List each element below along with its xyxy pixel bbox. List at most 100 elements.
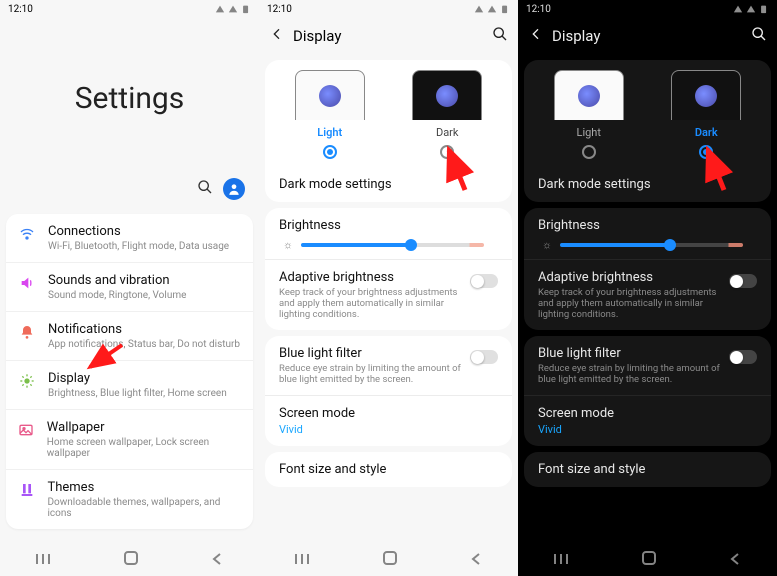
brightness-slider[interactable]: ☼ xyxy=(560,243,743,247)
light-thumb xyxy=(295,70,365,120)
mode-light[interactable]: Light xyxy=(530,70,648,159)
row-title: Dark mode settings xyxy=(538,177,757,192)
mode-label: Light xyxy=(530,126,648,139)
home-button[interactable] xyxy=(382,550,398,570)
item-title: Sounds and vibration xyxy=(48,273,186,288)
screen-mode-row[interactable]: Screen mode Vivid xyxy=(524,395,771,446)
item-sub: Downloadable themes, wallpapers, and ico… xyxy=(47,497,241,519)
system-nav-bar xyxy=(518,544,777,576)
home-button[interactable] xyxy=(123,550,139,570)
back-icon[interactable] xyxy=(269,26,285,46)
brightness-section: Brightness ☼ Adaptive brightness Keep tr… xyxy=(265,208,512,330)
toggle-off[interactable] xyxy=(470,274,498,288)
page-title: Display xyxy=(293,27,341,45)
screen-section: Blue light filter Reduce eye strain by l… xyxy=(524,336,771,446)
radio-selected[interactable] xyxy=(699,145,713,159)
theme-mode-section: Light Dark Dark mode settings xyxy=(524,60,771,202)
item-title: Notifications xyxy=(48,322,240,337)
status-icons xyxy=(733,4,769,14)
row-title: Blue light filter xyxy=(538,346,729,361)
blue-light-filter-row[interactable]: Blue light filter Reduce eye strain by l… xyxy=(524,336,771,395)
search-icon[interactable] xyxy=(197,179,213,199)
back-button[interactable] xyxy=(469,551,483,570)
back-icon[interactable] xyxy=(528,26,544,46)
wifi-icon xyxy=(18,224,36,242)
font-size-row[interactable]: Font size and style xyxy=(524,452,771,487)
search-icon[interactable] xyxy=(492,26,508,46)
status-bar: 12:10 xyxy=(0,0,259,18)
image-icon xyxy=(18,420,35,438)
settings-item-wallpaper[interactable]: Wallpaper Home screen wallpaper, Lock sc… xyxy=(6,409,253,469)
row-desc: Keep track of your brightness adjustment… xyxy=(279,287,470,320)
speaker-icon xyxy=(18,273,36,291)
row-title: Brightness xyxy=(538,218,757,233)
dark-mode-settings-row[interactable]: Dark mode settings xyxy=(524,167,771,202)
status-time: 12:10 xyxy=(8,4,33,15)
brightness-slider[interactable]: ☼ xyxy=(301,243,484,247)
light-thumb xyxy=(554,70,624,120)
settings-item-connections[interactable]: Connections Wi-Fi, Bluetooth, Flight mod… xyxy=(6,214,253,262)
settings-item-notifications[interactable]: Notifications App notifications, Status … xyxy=(6,311,253,360)
status-icons xyxy=(474,4,510,14)
panel-display-light: 12:10 Display Light Dark xyxy=(259,0,518,576)
page-title: Display xyxy=(552,27,600,45)
panel-settings-home: 12:10 Settings Connections Wi-Fi, Blueto… xyxy=(0,0,259,576)
item-sub: Home screen wallpaper, Lock screen wallp… xyxy=(47,437,241,459)
settings-item-themes[interactable]: Themes Downloadable themes, wallpapers, … xyxy=(6,469,253,529)
item-sub: App notifications, Status bar, Do not di… xyxy=(48,339,240,350)
recents-button[interactable] xyxy=(553,551,571,570)
toggle-off[interactable] xyxy=(470,350,498,364)
toggle-off[interactable] xyxy=(729,350,757,364)
recents-button[interactable] xyxy=(35,551,53,570)
mode-dark[interactable]: Dark xyxy=(648,70,766,159)
row-title: Font size and style xyxy=(538,462,757,477)
recents-button[interactable] xyxy=(294,551,312,570)
mode-label: Dark xyxy=(648,126,766,139)
toggle-off[interactable] xyxy=(729,274,757,288)
radio-unselected[interactable] xyxy=(440,145,454,159)
account-avatar[interactable] xyxy=(223,178,245,200)
font-section: Font size and style xyxy=(524,452,771,487)
row-title: Screen mode xyxy=(538,406,757,421)
row-desc: Reduce eye strain by limiting the amount… xyxy=(279,363,470,385)
row-desc: Keep track of your brightness adjustment… xyxy=(538,287,729,320)
item-title: Wallpaper xyxy=(47,420,241,435)
search-icon[interactable] xyxy=(751,26,767,46)
brightness-row: Brightness ☼ xyxy=(265,208,512,259)
adaptive-brightness-row[interactable]: Adaptive brightness Keep track of your b… xyxy=(265,259,512,330)
radio-selected[interactable] xyxy=(323,145,337,159)
mode-light[interactable]: Light xyxy=(271,70,389,159)
mode-dark[interactable]: Dark xyxy=(389,70,507,159)
status-icons xyxy=(215,4,251,14)
mode-label: Light xyxy=(271,126,389,139)
row-title: Adaptive brightness xyxy=(279,270,470,285)
system-nav-bar xyxy=(0,544,259,576)
screen-section: Blue light filter Reduce eye strain by l… xyxy=(265,336,512,446)
dark-thumb xyxy=(412,70,482,120)
radio-unselected[interactable] xyxy=(582,145,596,159)
item-title: Connections xyxy=(48,224,229,239)
back-button[interactable] xyxy=(728,551,742,570)
back-button[interactable] xyxy=(210,551,224,570)
blue-light-filter-row[interactable]: Blue light filter Reduce eye strain by l… xyxy=(265,336,512,395)
bell-icon xyxy=(18,322,36,340)
home-button[interactable] xyxy=(641,550,657,570)
settings-item-sounds[interactable]: Sounds and vibration Sound mode, Rington… xyxy=(6,262,253,311)
item-title: Themes xyxy=(47,480,241,495)
row-value: Vivid xyxy=(279,423,498,436)
sun-icon xyxy=(18,371,36,389)
app-bar: Display xyxy=(259,18,518,54)
settings-item-display[interactable]: Display Brightness, Blue light filter, H… xyxy=(6,360,253,409)
font-size-row[interactable]: Font size and style xyxy=(265,452,512,487)
brightness-min-icon: ☼ xyxy=(283,239,293,252)
status-time: 12:10 xyxy=(526,4,551,15)
screen-mode-row[interactable]: Screen mode Vivid xyxy=(265,395,512,446)
item-sub: Wi-Fi, Bluetooth, Flight mode, Data usag… xyxy=(48,241,229,252)
adaptive-brightness-row[interactable]: Adaptive brightness Keep track of your b… xyxy=(524,259,771,330)
row-title: Adaptive brightness xyxy=(538,270,729,285)
dark-thumb xyxy=(671,70,741,120)
page-title: Settings xyxy=(0,18,259,178)
dark-mode-settings-row[interactable]: Dark mode settings xyxy=(265,167,512,202)
palette-icon xyxy=(18,480,35,498)
item-sub: Sound mode, Ringtone, Volume xyxy=(48,290,186,301)
